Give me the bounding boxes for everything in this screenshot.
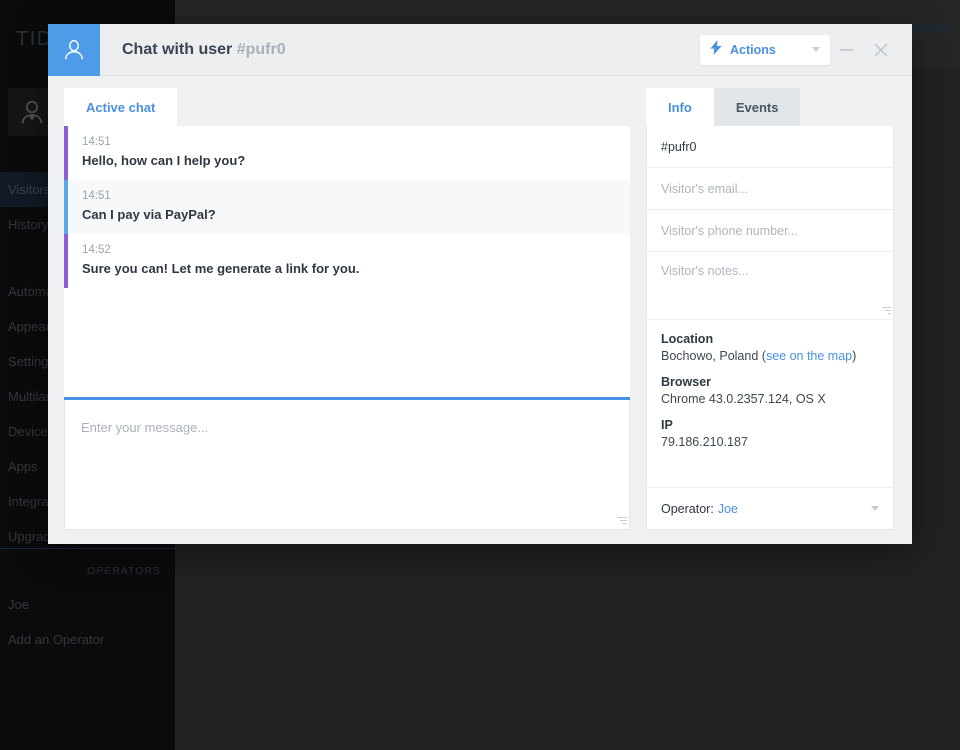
tab-active-chat[interactable]: Active chat <box>64 88 177 126</box>
chat-message-list[interactable]: 14:51 Hello, how can I help you? 14:51 C… <box>64 126 630 400</box>
tab-info[interactable]: Info <box>646 88 714 126</box>
location-text: Bochowo, Poland ( <box>661 349 766 363</box>
operator-selector[interactable]: Operator: Joe <box>647 487 893 529</box>
operator-label: Operator: <box>661 502 714 516</box>
phone-field[interactable]: Visitor's phone number... <box>647 210 893 252</box>
notes-field[interactable]: Visitor's notes... <box>647 252 893 320</box>
notes-placeholder: Visitor's notes... <box>661 264 749 278</box>
actions-button[interactable]: Actions <box>700 35 830 65</box>
info-panel: #pufr0 Visitor's email... Visitor's phon… <box>646 126 894 530</box>
tab-label: Info <box>668 100 692 115</box>
tab-label: Active chat <box>86 100 155 115</box>
user-silhouette-icon <box>48 24 100 76</box>
operator-item-joe[interactable]: Joe <box>0 587 175 622</box>
add-operator-label: Add an Operator <box>8 632 104 647</box>
ip-value: 79.186.210.187 <box>661 435 879 449</box>
location-label: Location <box>661 332 879 346</box>
message-text: Sure you can! Let me generate a link for… <box>82 261 630 276</box>
sidebar-item-label: History <box>8 217 48 232</box>
chat-column: Active chat 14:51 Hello, how can I help … <box>64 88 630 530</box>
visitor-id-field[interactable]: #pufr0 <box>647 126 893 168</box>
chat-message: 14:52 Sure you can! Let me generate a li… <box>64 234 630 288</box>
close-button[interactable] <box>864 33 898 67</box>
message-input[interactable]: Enter your message... <box>64 400 630 530</box>
browser-value: Chrome 43.0.2357.124, OS X <box>661 392 879 406</box>
page-title: Chat with user #pufr0 <box>122 41 286 59</box>
resize-handle[interactable] <box>617 517 627 527</box>
operators-section: OPERATORS Joe Add an Operator <box>0 548 175 657</box>
modal-header: Chat with user #pufr0 Actions <box>48 24 912 76</box>
message-text: Hello, how can I help you? <box>82 153 630 168</box>
ip-label: IP <box>661 418 879 432</box>
chevron-down-icon <box>812 47 820 52</box>
modal-header-controls: Actions <box>700 33 912 67</box>
tab-label: Events <box>736 100 779 115</box>
message-timestamp: 14:51 <box>82 190 630 202</box>
operator-name: Joe <box>718 502 738 516</box>
message-input-placeholder: Enter your message... <box>81 420 208 435</box>
info-column: Info Events #pufr0 Visitor's email... Vi… <box>646 88 894 530</box>
lightning-bolt-icon <box>710 40 722 60</box>
operators-section-title: OPERATORS <box>0 549 175 587</box>
see-on-the-map-link[interactable]: see on the map <box>766 349 852 363</box>
chat-message: 14:51 Hello, how can I help you? <box>64 126 630 180</box>
chat-message: 14:51 Can I pay via PayPal? <box>64 180 630 234</box>
minimize-button[interactable] <box>830 33 864 67</box>
email-field[interactable]: Visitor's email... <box>647 168 893 210</box>
sidebar-item-label: Apps <box>8 459 38 474</box>
modal-title-prefix: Chat with user <box>122 41 232 58</box>
message-text: Can I pay via PayPal? <box>82 207 630 222</box>
chat-tabs: Active chat <box>64 88 630 126</box>
message-timestamp: 14:52 <box>82 244 630 256</box>
visitor-details: Location Bochowo, Poland (see on the map… <box>647 320 893 461</box>
operator-item-label: Joe <box>8 597 29 612</box>
message-timestamp: 14:51 <box>82 136 630 148</box>
chevron-down-icon <box>871 506 879 511</box>
resize-handle[interactable] <box>881 307 891 317</box>
modal-title-user-id: #pufr0 <box>237 41 286 58</box>
location-suffix: ) <box>852 349 856 363</box>
tab-events[interactable]: Events <box>714 88 801 126</box>
location-value: Bochowo, Poland (see on the map) <box>661 349 879 363</box>
chat-modal: Chat with user #pufr0 Actions <box>48 24 912 544</box>
info-tabs: Info Events <box>646 88 894 126</box>
add-operator-button[interactable]: Add an Operator <box>0 622 175 657</box>
browser-label: Browser <box>661 375 879 389</box>
modal-body: Active chat 14:51 Hello, how can I help … <box>48 76 912 544</box>
actions-button-label: Actions <box>730 43 776 57</box>
sidebar-item-label: Visitors <box>8 182 50 197</box>
